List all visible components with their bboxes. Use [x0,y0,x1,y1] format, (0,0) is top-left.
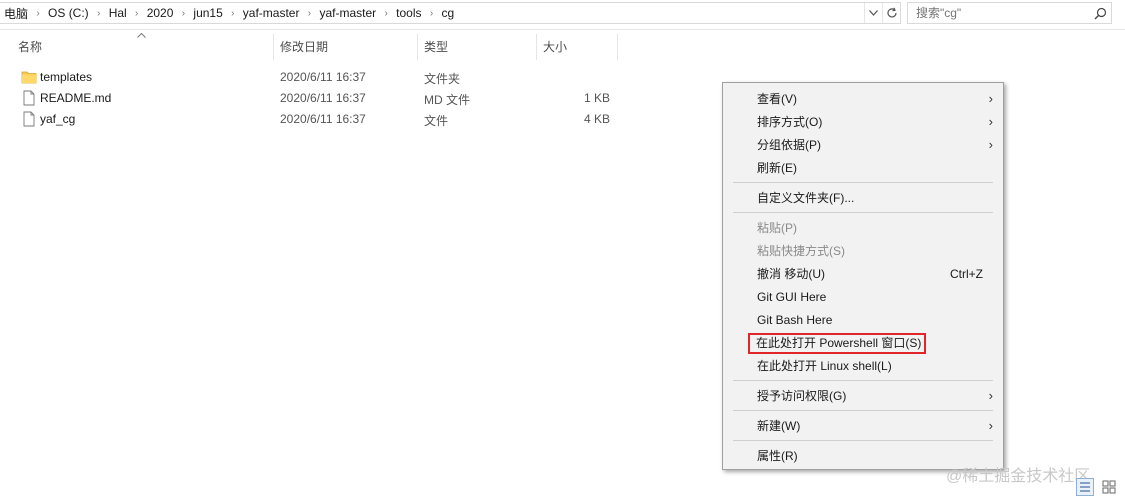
menu-divider [733,182,993,183]
menu-item-label: 粘贴(P) [757,221,797,235]
menu-item-open-powershell[interactable]: 在此处打开 Powershell 窗口(S) [723,332,1003,354]
details-view-icon[interactable] [1076,478,1094,496]
sort-up-icon [137,30,146,40]
chevron-right-icon[interactable]: › [177,8,189,19]
chevron-right-icon[interactable]: › [93,8,105,19]
column-header-type[interactable]: 类型 [417,34,536,60]
menu-item-label: 查看(V) [757,92,797,106]
menu-item-label: 粘贴快捷方式(S) [757,244,845,258]
chevron-right-icon: › [988,91,993,106]
menu-item-paste: 粘贴(P) [723,217,1003,239]
menu-item-sort-by[interactable]: 排序方式(O) › [723,111,1003,133]
chevron-right-icon[interactable]: › [32,8,44,19]
breadcrumb-yaf-master-inner[interactable]: yaf-master [315,6,380,20]
file-name: templates [40,70,93,84]
chevron-right-icon: › [988,114,993,129]
menu-item-customize-folder[interactable]: 自定义文件夹(F)... [723,187,1003,209]
menu-item-paste-shortcut: 粘贴快捷方式(S) [723,240,1003,262]
menu-item-label: 在此处打开 Linux shell(L) [757,359,892,373]
chevron-right-icon[interactable]: › [227,8,239,19]
chevron-right-icon[interactable]: › [131,8,143,19]
menu-divider [733,380,993,381]
address-bar[interactable]: 电脑 › OS (C:) › Hal › 2020 › jun15 › yaf-… [0,2,901,24]
file-size: 1 KB [583,91,610,105]
menu-item-label: 属性(R) [757,449,798,463]
file-icon [21,90,37,106]
file-date: 2020/6/11 16:37 [280,91,366,105]
column-headers: 名称 修改日期 类型 大小 [0,34,640,60]
file-name: README.md [40,91,112,105]
file-icon [21,111,37,127]
search-icon[interactable] [1089,3,1111,23]
menu-item-open-linux-shell[interactable]: 在此处打开 Linux shell(L) [723,355,1003,377]
file-row-readme[interactable]: README.md 2020/6/11 16:37 MD 文件 1 KB [18,88,628,108]
column-header-size[interactable]: 大小 [536,34,618,60]
file-type: 文件夹 [424,72,461,86]
breadcrumb-2020[interactable]: 2020 [143,6,178,20]
file-row-templates[interactable]: templates 2020/6/11 16:37 文件夹 [18,67,628,87]
refresh-icon[interactable] [882,3,900,23]
file-name: yaf_cg [40,112,76,126]
breadcrumb-tools[interactable]: tools [392,6,425,20]
file-date: 2020/6/11 16:37 [280,70,366,84]
chevron-right-icon: › [988,388,993,403]
breadcrumb-hal[interactable]: Hal [105,6,131,20]
highlight-box: 在此处打开 Powershell 窗口(S) [748,333,927,354]
menu-item-label: 新建(W) [757,419,801,433]
menu-item-new[interactable]: 新建(W) › [723,415,1003,437]
file-type: 文件 [424,114,449,128]
menu-item-git-bash[interactable]: Git Bash Here [723,309,1003,331]
search-input[interactable] [908,3,1089,23]
menu-item-label: 自定义文件夹(F)... [757,191,855,205]
search-box[interactable] [907,2,1112,24]
menu-divider [733,440,993,441]
breadcrumb-drive[interactable]: OS (C:) [44,6,93,20]
address-bar-row: 电脑 › OS (C:) › Hal › 2020 › jun15 › yaf-… [0,0,1125,30]
file-type: MD 文件 [424,93,470,107]
menu-item-undo-move[interactable]: 撤消 移动(U) Ctrl+Z [723,263,1003,285]
chevron-down-icon[interactable] [864,3,882,23]
large-icons-view-icon[interactable] [1100,478,1118,496]
menu-item-label: 排序方式(O) [757,115,823,129]
folder-icon [21,69,37,85]
file-date: 2020/6/11 16:37 [280,112,366,126]
menu-item-label: 授予访问权限(G) [757,389,847,403]
chevron-right-icon: › [988,137,993,152]
file-size: 4 KB [583,112,610,126]
menu-item-label: 在此处打开 Powershell 窗口(S) [756,336,922,350]
menu-item-view[interactable]: 查看(V) › [723,88,1003,110]
context-menu: 查看(V) › 排序方式(O) › 分组依据(P) › 刷新(E) 自定义文件夹… [722,82,1004,470]
menu-item-group-by[interactable]: 分组依据(P) › [723,134,1003,156]
chevron-right-icon: › [988,418,993,433]
breadcrumb: 电脑 › OS (C:) › Hal › 2020 › jun15 › yaf-… [0,3,864,23]
breadcrumb-cg[interactable]: cg [438,6,459,20]
watermark: @稀土掘金技术社区 [946,468,1091,485]
menu-item-label: Git Bash Here [757,313,833,327]
menu-divider [733,212,993,213]
menu-item-refresh[interactable]: 刷新(E) [723,157,1003,179]
chevron-right-icon[interactable]: › [303,8,315,19]
breadcrumb-computer[interactable]: 电脑 [0,5,32,22]
menu-item-git-gui[interactable]: Git GUI Here [723,286,1003,308]
menu-item-label: 刷新(E) [757,161,797,175]
menu-item-shortcut: Ctrl+Z [950,267,983,281]
file-row-yaf-cg[interactable]: yaf_cg 2020/6/11 16:37 文件 4 KB [18,109,628,129]
breadcrumb-jun15[interactable]: jun15 [189,6,226,20]
menu-item-label: 分组依据(P) [757,138,821,152]
chevron-right-icon[interactable]: › [426,8,438,19]
menu-item-grant-access[interactable]: 授予访问权限(G) › [723,385,1003,407]
menu-item-label: Git GUI Here [757,290,827,304]
column-header-date[interactable]: 修改日期 [273,34,417,60]
menu-item-label: 撤消 移动(U) [757,267,825,281]
breadcrumb-yaf-master[interactable]: yaf-master [239,6,304,20]
chevron-right-icon[interactable]: › [380,8,392,19]
menu-divider [733,410,993,411]
